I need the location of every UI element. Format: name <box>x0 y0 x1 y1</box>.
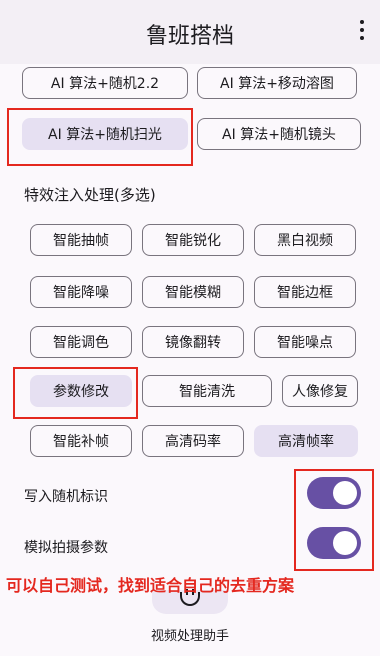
chip-label: 高清帧率 <box>278 434 334 450</box>
algorithm-chip-random-sweep[interactable]: AI 算法+随机扫光 <box>22 118 188 150</box>
effect-chip-mirror-flip[interactable]: 镜像翻转 <box>142 326 244 358</box>
app-bar: 鲁班搭档 <box>0 0 380 64</box>
effects-section-title: 特效注入处理(多选) <box>24 186 156 204</box>
chip-label: 智能噪点 <box>277 335 333 351</box>
effect-chip-param-modify[interactable]: 参数修改 <box>30 375 132 407</box>
algorithm-chip-move-blend[interactable]: AI 算法+移动溶图 <box>197 67 357 99</box>
more-vert-icon[interactable] <box>358 20 366 42</box>
chip-label: 智能补帧 <box>53 434 109 450</box>
effect-chip-frame-interpolate[interactable]: 智能补帧 <box>30 425 132 457</box>
switch-knob <box>333 481 357 505</box>
chip-label: AI 算法+随机扫光 <box>48 127 162 143</box>
algorithm-chip-random-2-2[interactable]: AI 算法+随机2.2 <box>22 67 188 99</box>
bottom-nav-label[interactable]: 视频处理助手 <box>0 625 380 644</box>
chip-label: 智能模糊 <box>165 285 221 301</box>
chip-label: 镜像翻转 <box>165 335 221 351</box>
effect-chip-denoise[interactable]: 智能降噪 <box>30 276 132 308</box>
chip-label: AI 算法+随机2.2 <box>50 76 160 92</box>
annotation-banner: 可以自己测试，找到适合自己的去重方案 <box>6 576 295 595</box>
chip-label: AI 算法+随机镜头 <box>222 127 336 143</box>
effect-chip-blur[interactable]: 智能模糊 <box>142 276 244 308</box>
effect-chip-frame-extract[interactable]: 智能抽帧 <box>30 224 132 256</box>
chip-label: 智能抽帧 <box>53 233 109 249</box>
random-tag-switch[interactable] <box>307 477 361 509</box>
toggle-label-random-tag: 写入随机标识 <box>24 489 108 505</box>
chip-label: 黑白视频 <box>277 233 333 249</box>
effect-chip-noise[interactable]: 智能噪点 <box>254 326 356 358</box>
effect-chip-color-grade[interactable]: 智能调色 <box>30 326 132 358</box>
toggle-label-simulate-params: 模拟拍摄参数 <box>24 540 108 556</box>
effect-chip-hd-framerate[interactable]: 高清帧率 <box>254 425 358 457</box>
chip-label: 智能边框 <box>277 285 333 301</box>
chip-label: 智能调色 <box>53 335 109 351</box>
chip-label: 参数修改 <box>53 384 109 400</box>
chip-label: 高清码率 <box>165 434 221 450</box>
chip-label: 人像修复 <box>292 384 348 400</box>
effect-chip-clean[interactable]: 智能清洗 <box>142 375 272 407</box>
effect-chip-border[interactable]: 智能边框 <box>254 276 356 308</box>
chip-label: 智能降噪 <box>53 285 109 301</box>
chip-label: 智能锐化 <box>165 233 221 249</box>
effect-chip-sharpen[interactable]: 智能锐化 <box>142 224 244 256</box>
app-title: 鲁班搭档 <box>145 24 234 49</box>
chip-label: 智能清洗 <box>179 384 235 400</box>
algorithm-chip-random-lens[interactable]: AI 算法+随机镜头 <box>197 118 361 150</box>
effect-chip-portrait-repair[interactable]: 人像修复 <box>282 375 358 407</box>
switch-knob <box>333 531 357 555</box>
effect-chip-black-white[interactable]: 黑白视频 <box>254 224 356 256</box>
chip-label: AI 算法+移动溶图 <box>220 76 334 92</box>
simulate-params-switch[interactable] <box>307 527 361 559</box>
effect-chip-hd-bitrate[interactable]: 高清码率 <box>142 425 244 457</box>
